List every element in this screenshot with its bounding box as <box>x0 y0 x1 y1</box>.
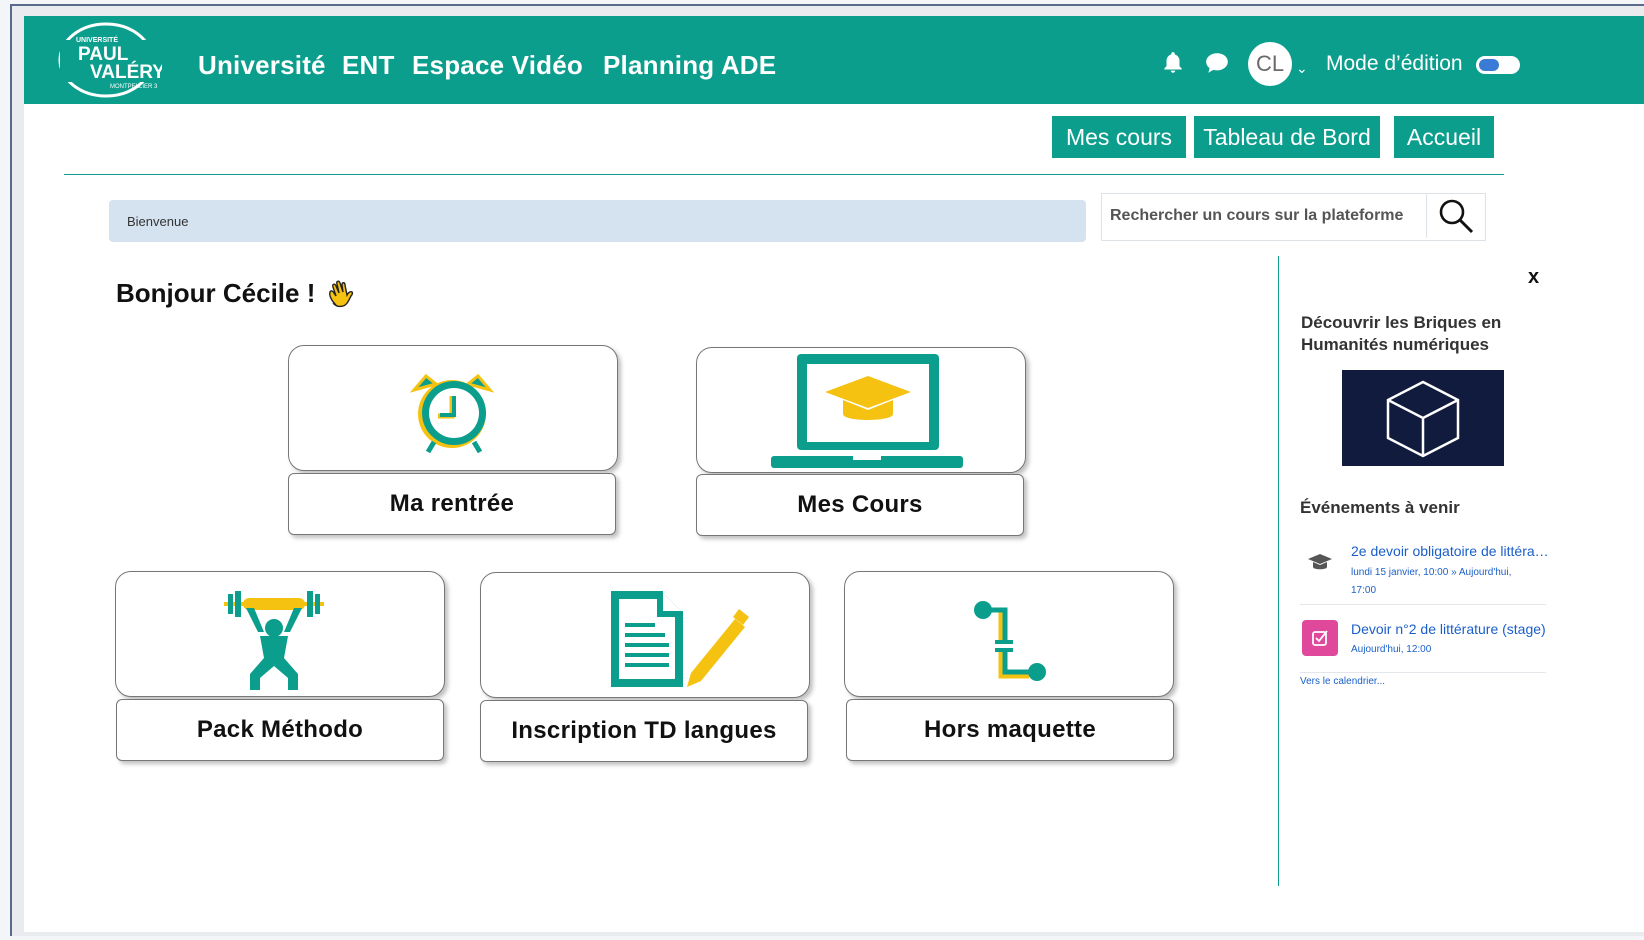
document-pencil-icon <box>611 591 749 687</box>
event-2-date: Aujourd'hui, 12:00 <box>1351 644 1432 655</box>
chevron-down-icon[interactable]: ⌄ <box>1296 60 1308 77</box>
bricks-block-title: Découvrir les Briques en Humanités numér… <box>1301 313 1502 354</box>
bell-icon[interactable] <box>1160 50 1186 76</box>
calendar-link[interactable]: Vers le calendrier... <box>1300 676 1385 687</box>
tile-pack-methodo-label[interactable]: Pack Méthodo <box>116 699 444 761</box>
alarm-clock-icon <box>409 373 495 454</box>
cube-icon <box>1386 380 1460 458</box>
edit-mode-label: Mode d’édition <box>1326 52 1463 75</box>
accueil-button[interactable]: Accueil <box>1394 116 1494 158</box>
search-icon <box>1439 199 1474 234</box>
tile-mes-cours-label[interactable]: Mes Cours <box>696 474 1024 536</box>
mes-cours-button[interactable]: Mes cours <box>1052 116 1186 158</box>
tile-inscription-td-langues-label[interactable]: Inscription TD langues <box>480 700 808 762</box>
event-separator <box>1300 672 1546 673</box>
tile-hors-maquette[interactable] <box>844 571 1174 697</box>
drawer-border <box>1278 256 1279 886</box>
drawer-close-button[interactable]: x <box>1528 266 1539 289</box>
edit-mode-toggle[interactable] <box>1476 56 1520 74</box>
svg-text:UNIVERSITÉ: UNIVERSITÉ <box>76 35 118 44</box>
svg-text:MONTPELLIER 3: MONTPELLIER 3 <box>110 84 158 90</box>
event-1-link[interactable]: 2e devoir obligatoire de littérature <box>1351 543 1551 559</box>
event-separator <box>1300 604 1546 605</box>
tile-pack-methodo[interactable] <box>115 571 445 697</box>
checkbox-icon <box>1302 620 1338 656</box>
breadcrumb-item[interactable]: Bienvenue <box>127 214 188 229</box>
toggle-knob <box>1479 59 1499 71</box>
nav-planning-ade[interactable]: Planning ADE <box>603 50 776 81</box>
search-input[interactable] <box>1102 194 1432 238</box>
tile-ma-rentree-label[interactable]: Ma rentrée <box>288 473 616 535</box>
university-logo[interactable]: UNIVERSITÉ PAUL VALÉRY MONTPELLIER 3 <box>52 20 162 100</box>
graduation-cap-icon <box>1302 544 1338 580</box>
event-2-link[interactable]: Devoir n°2 de littérature (stage) <box>1351 621 1551 637</box>
waving-hand-icon <box>329 280 354 308</box>
laptop-graduation-cap-icon <box>771 354 963 468</box>
bricks-banner[interactable] <box>1342 370 1504 466</box>
top-navbar: UNIVERSITÉ PAUL VALÉRY MONTPELLIER 3 Uni… <box>24 16 1644 104</box>
search-button[interactable] <box>1426 194 1485 238</box>
tableau-de-bord-button[interactable]: Tableau de Bord <box>1194 116 1380 158</box>
chat-bubble-icon[interactable] <box>1204 50 1230 76</box>
tile-ma-rentree[interactable] <box>288 345 618 471</box>
weightlifter-icon <box>224 591 324 690</box>
nav-espace-video[interactable]: Espace Vidéo <box>412 50 583 81</box>
breadcrumb: Bienvenue <box>109 200 1086 242</box>
tile-mes-cours[interactable] <box>696 347 1026 473</box>
tile-hors-maquette-label[interactable]: Hors maquette <box>846 699 1174 761</box>
svg-text:VALÉRY: VALÉRY <box>90 61 162 83</box>
greeting-heading: Bonjour Cécile ! <box>116 278 316 308</box>
tile-inscription-td-langues[interactable] <box>480 572 810 698</box>
divider <box>64 174 1504 175</box>
course-search <box>1101 193 1486 241</box>
nav-ent[interactable]: ENT <box>342 50 395 81</box>
events-block-title: Événements à venir <box>1300 498 1460 517</box>
path-icon <box>974 601 1046 681</box>
event-1-date: lundi 15 janvier, 10:00 » Aujourd'hui, 1… <box>1351 567 1512 596</box>
user-avatar[interactable]: CL <box>1248 42 1292 86</box>
page: UNIVERSITÉ PAUL VALÉRY MONTPELLIER 3 Uni… <box>24 16 1644 932</box>
nav-universite[interactable]: Université <box>198 50 326 81</box>
